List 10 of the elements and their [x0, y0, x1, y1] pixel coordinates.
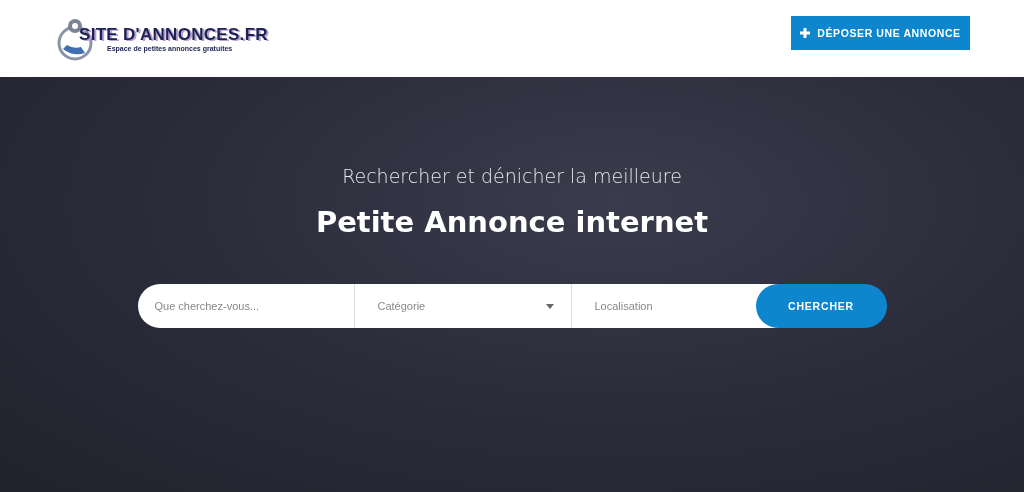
hero-subtitle: Rechercher et dénicher la meilleure: [342, 165, 682, 187]
logo-name: SITE D'ANNONCES.FR: [79, 25, 268, 45]
search-field[interactable]: Que cherchez-vous...: [137, 284, 355, 328]
post-ad-button[interactable]: DÉPOSER UNE ANNONCE: [791, 15, 970, 50]
category-select[interactable]: Catégorie: [354, 284, 572, 328]
search-button[interactable]: CHERCHER: [755, 284, 887, 328]
location-field[interactable]: Localisation: [571, 284, 756, 328]
caret-icon: [545, 303, 554, 309]
plus-icon: [800, 27, 811, 38]
hero-title: Petite Annonce internet: [315, 205, 709, 239]
